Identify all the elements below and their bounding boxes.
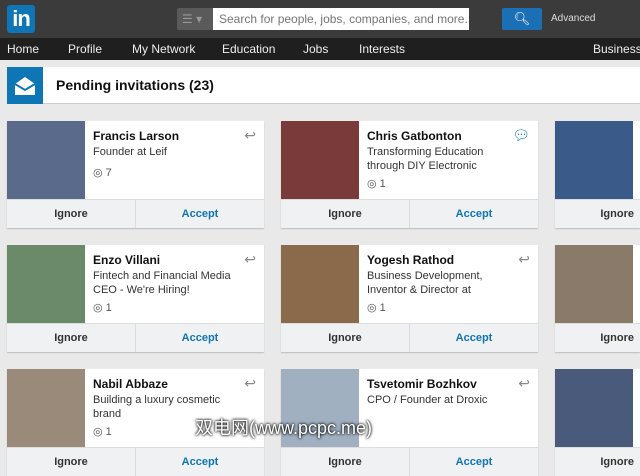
watermark: 双电网(www.pcpc.me) bbox=[195, 418, 373, 438]
profile-photo[interactable] bbox=[7, 245, 85, 323]
shared-connections-count: 1 bbox=[379, 302, 386, 314]
nav-jobs[interactable]: Jobs bbox=[303, 42, 328, 56]
ignore-button[interactable]: Ignore bbox=[7, 448, 136, 476]
reply-icon[interactable]: ↩ bbox=[518, 375, 530, 392]
shared-connections[interactable]: ◎ 7 bbox=[93, 166, 112, 179]
invitee-headline: CPO / Founder at Droxic bbox=[367, 394, 488, 406]
nav-business[interactable]: Business bbox=[593, 42, 640, 56]
ignore-button[interactable]: Ignore bbox=[555, 324, 640, 352]
search-category-select[interactable]: ☰ ▾ bbox=[177, 8, 213, 30]
nav-profile[interactable]: Profile bbox=[68, 42, 102, 56]
envelope-icon bbox=[7, 67, 43, 104]
shared-connections[interactable]: ◎ 1 bbox=[367, 301, 386, 314]
invitee-name[interactable]: Francis Larson bbox=[93, 129, 179, 143]
page-title: Pending invitations (23) bbox=[56, 77, 214, 93]
invitee-name[interactable]: Chris Gatbonton bbox=[367, 129, 462, 143]
accept-button[interactable]: Accept bbox=[410, 448, 538, 476]
shared-connections-icon: ◎ bbox=[367, 302, 377, 314]
invitation-card: Yogesh Rathod Business Development, Inve… bbox=[281, 245, 538, 352]
shared-connections-icon: ◎ bbox=[93, 426, 103, 438]
shared-connections[interactable]: ◎ 1 bbox=[93, 425, 112, 438]
linkedin-logo[interactable]: in bbox=[7, 5, 35, 33]
invitee-headline: Founder at Leif bbox=[93, 146, 167, 158]
profile-photo[interactable] bbox=[555, 245, 633, 323]
shared-connections[interactable]: ◎ 1 bbox=[93, 301, 112, 314]
invitee-headline: Transforming Education through DIY Elect… bbox=[367, 146, 484, 172]
nav-my-network[interactable]: My Network bbox=[132, 42, 195, 56]
shared-connections-icon: ◎ bbox=[93, 167, 103, 179]
invitee-name[interactable]: Enzo Villani bbox=[93, 253, 160, 267]
shared-connections-count: 7 bbox=[105, 167, 112, 179]
invitee-name[interactable]: Nabil Abbaze bbox=[93, 377, 168, 391]
profile-photo[interactable] bbox=[281, 121, 359, 199]
invitee-headline: Business Development, Inventor & Directo… bbox=[367, 270, 483, 296]
shared-connections-icon: ◎ bbox=[93, 302, 103, 314]
shared-connections-icon: ◎ bbox=[367, 178, 377, 190]
shared-connections-count: 1 bbox=[105, 426, 112, 438]
invitee-headline: Fintech and Financial Media CEO - We're … bbox=[93, 270, 231, 296]
advanced-search-link[interactable]: Advanced bbox=[551, 13, 595, 24]
shared-connections-count: 1 bbox=[379, 178, 386, 190]
search-input[interactable] bbox=[213, 8, 469, 30]
message-icon[interactable]: 💬︎ bbox=[512, 127, 530, 144]
invitee-name[interactable]: Tsvetomir Bozhkov bbox=[367, 377, 477, 391]
ignore-button[interactable]: Ignore bbox=[281, 324, 410, 352]
invitation-card: Ignore bbox=[555, 121, 640, 228]
reply-icon[interactable]: ↩ bbox=[244, 375, 256, 392]
reply-icon[interactable]: ↩ bbox=[244, 251, 256, 268]
ignore-button[interactable]: Ignore bbox=[281, 448, 410, 476]
accept-button[interactable]: Accept bbox=[410, 324, 538, 352]
accept-button[interactable]: Accept bbox=[136, 200, 264, 228]
nav-education[interactable]: Education bbox=[222, 42, 275, 56]
reply-icon[interactable]: ↩ bbox=[518, 251, 530, 268]
shared-connections[interactable]: ◎ 1 bbox=[367, 177, 386, 190]
invitation-card: Enzo Villani Fintech and Financial Media… bbox=[7, 245, 264, 352]
accept-button[interactable]: Accept bbox=[136, 324, 264, 352]
invitation-card: Chris Gatbonton Transforming Education t… bbox=[281, 121, 538, 228]
profile-photo[interactable] bbox=[555, 121, 633, 199]
profile-photo[interactable] bbox=[7, 121, 85, 199]
accept-button[interactable]: Accept bbox=[136, 448, 264, 476]
ignore-button[interactable]: Ignore bbox=[555, 448, 640, 476]
invitation-card: Ignore bbox=[555, 369, 640, 476]
accept-button[interactable]: Accept bbox=[410, 200, 538, 228]
nav-home[interactable]: Home bbox=[7, 42, 39, 56]
pending-header: Pending invitations (23) bbox=[7, 67, 640, 104]
ignore-button[interactable]: Ignore bbox=[7, 200, 136, 228]
ignore-button[interactable]: Ignore bbox=[281, 200, 410, 228]
profile-photo[interactable] bbox=[555, 369, 633, 447]
search-icon: 🔍︎ bbox=[513, 11, 531, 26]
profile-photo[interactable] bbox=[281, 245, 359, 323]
reply-icon[interactable]: ↩ bbox=[244, 127, 256, 144]
nav-interests[interactable]: Interests bbox=[359, 42, 405, 56]
search-button[interactable]: 🔍︎ bbox=[502, 8, 542, 30]
ignore-button[interactable]: Ignore bbox=[7, 324, 136, 352]
invitee-name[interactable]: Yogesh Rathod bbox=[367, 253, 454, 267]
profile-photo[interactable] bbox=[7, 369, 85, 447]
shared-connections-count: 1 bbox=[105, 302, 112, 314]
ignore-button[interactable]: Ignore bbox=[555, 200, 640, 228]
main-nav: Home Profile My Network Education Jobs I… bbox=[0, 38, 640, 60]
invitation-card: Francis Larson Founder at Leif ◎ 7 ↩ Ignore… bbox=[7, 121, 264, 228]
invitation-card: Ignore bbox=[555, 245, 640, 352]
top-bar: in ☰ ▾ 🔍︎ Advanced bbox=[0, 0, 640, 38]
